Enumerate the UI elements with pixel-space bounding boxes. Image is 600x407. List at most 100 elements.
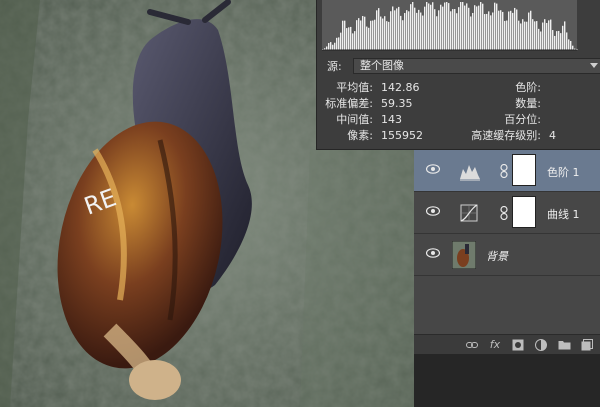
histogram-bar	[566, 32, 568, 50]
fx-icon[interactable]: fx	[488, 338, 502, 352]
chevron-down-icon	[590, 63, 598, 68]
histogram-bar	[530, 10, 532, 50]
histogram-bar	[394, 10, 396, 50]
histogram-bar	[464, 5, 466, 50]
histogram-bar	[372, 20, 374, 50]
histogram-bar	[364, 16, 366, 50]
histogram-bar	[520, 23, 522, 50]
histogram-bar	[396, 8, 398, 51]
histogram-bar	[522, 19, 524, 50]
histogram-graph	[317, 0, 600, 52]
histogram-bar	[512, 12, 514, 51]
histogram-bar	[426, 2, 428, 50]
folder-icon[interactable]	[557, 338, 571, 352]
histogram-bar	[338, 37, 340, 50]
histogram-bar	[410, 4, 412, 51]
histogram-bar	[538, 28, 540, 50]
histogram-bar	[330, 42, 332, 50]
source-select[interactable]: 整个图像	[353, 58, 600, 74]
layer-name: 曲线 1	[547, 208, 580, 221]
stat-levels: 色阶:	[515, 81, 541, 94]
histogram-bar	[548, 20, 550, 50]
stat-percentile: 百分位:	[504, 113, 541, 126]
histogram-bar	[422, 15, 424, 50]
histogram-bar	[528, 12, 530, 51]
layer-name: 色阶 1	[547, 166, 580, 179]
histogram-panel: 源: 整个图像 平均值: 142.86 标准偏差: 59.35 中间值: 143 像素…	[316, 0, 600, 150]
histogram-bar	[546, 22, 548, 50]
histogram-bar	[536, 21, 538, 50]
mask-icon[interactable]	[511, 338, 525, 352]
histogram-bar	[442, 6, 444, 50]
histogram-bar	[516, 9, 518, 51]
link-icon[interactable]	[500, 164, 508, 178]
histogram-bar	[332, 44, 334, 50]
histogram-bar	[368, 27, 370, 50]
histogram-bar	[398, 6, 400, 50]
histogram-bar	[550, 19, 552, 50]
histogram-bar	[478, 5, 480, 51]
stat-mean: 平均值: 142.86	[336, 81, 420, 94]
histogram-bar	[570, 40, 572, 50]
eye-icon[interactable]	[426, 164, 440, 174]
histogram-bar	[370, 20, 372, 50]
histogram-bar	[476, 6, 478, 51]
histogram-bar	[376, 10, 378, 51]
histogram-bar	[552, 30, 554, 50]
histogram-bar	[440, 4, 442, 51]
histogram-bar	[454, 9, 456, 50]
link-layers-icon[interactable]	[465, 338, 479, 352]
histogram-bar	[406, 10, 408, 50]
histogram-bar	[328, 43, 330, 50]
histogram-bar	[568, 39, 570, 50]
layer-levels[interactable]: 色阶 1	[414, 150, 600, 192]
histogram-bar	[404, 13, 406, 51]
histogram-bar	[402, 20, 404, 50]
histogram-bar	[358, 18, 360, 50]
histogram-bar	[452, 9, 454, 50]
histogram-bar	[434, 9, 436, 50]
histogram-bar	[344, 20, 346, 50]
histogram-bar	[418, 9, 420, 51]
histogram-bar	[334, 42, 336, 50]
histogram-bar	[562, 25, 564, 50]
histogram-bar	[448, 3, 450, 51]
histogram-bar	[382, 18, 384, 50]
histogram-bar	[326, 46, 328, 50]
stat-pixels: 像素: 155952	[347, 129, 423, 142]
layer-mask-thumbnail[interactable]	[512, 196, 536, 228]
histogram-bar	[390, 11, 392, 50]
histogram-bar	[564, 21, 566, 50]
histogram-bar	[510, 10, 512, 50]
histogram-bar	[400, 15, 402, 50]
histogram-bar	[380, 16, 382, 50]
layer-curves[interactable]: 曲线 1	[414, 192, 600, 234]
histogram-bar	[542, 22, 544, 50]
histogram-bar	[490, 15, 492, 50]
layer-mask-thumbnail[interactable]	[512, 154, 536, 186]
eye-icon[interactable]	[426, 206, 440, 216]
histogram-bar	[378, 8, 380, 51]
link-icon[interactable]	[500, 206, 508, 220]
histogram-bar	[468, 7, 470, 51]
histogram-bar	[446, 2, 448, 50]
histogram-bar	[340, 32, 342, 50]
histogram-bar	[348, 27, 350, 50]
eye-icon[interactable]	[426, 248, 440, 258]
histogram-bar	[386, 21, 388, 50]
histogram-bar	[432, 2, 434, 51]
histogram-bar	[350, 26, 352, 50]
histogram-bar	[384, 16, 386, 50]
histogram-bar	[444, 2, 446, 50]
histogram-bar	[430, 4, 432, 50]
adjustment-icon[interactable]	[534, 338, 548, 352]
new-layer-icon[interactable]	[580, 338, 594, 352]
histogram-bar	[480, 2, 482, 50]
histogram-bar	[514, 7, 516, 50]
histogram-bar	[508, 11, 510, 51]
histogram-bar	[416, 12, 418, 51]
histogram-bar	[572, 45, 574, 50]
background-thumbnail[interactable]	[452, 241, 476, 269]
layer-background[interactable]: 背景	[414, 234, 600, 276]
histogram-bar	[336, 37, 338, 50]
